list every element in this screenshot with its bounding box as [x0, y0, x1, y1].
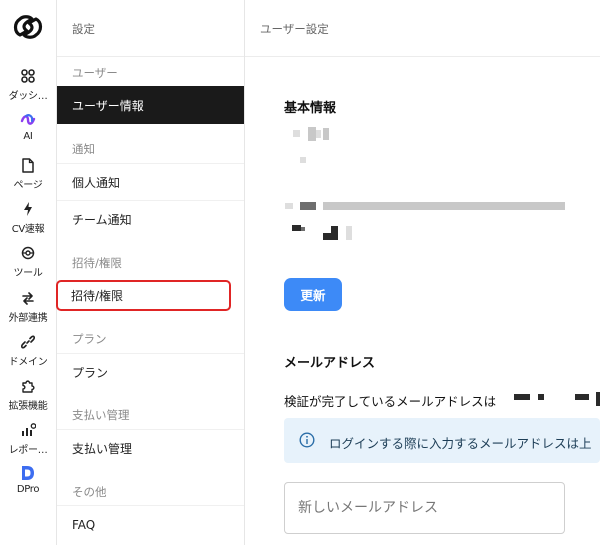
email-heading: メールアドレス	[284, 356, 376, 371]
link-icon	[20, 334, 36, 350]
section-label-notification: 通知	[72, 142, 95, 156]
section-label-plan: プラン	[72, 332, 107, 346]
dashboard-grid-icon	[20, 68, 36, 84]
rail-label: ツール	[13, 268, 43, 279]
puzzle-icon	[20, 378, 36, 394]
sidebar-item-personal-notification[interactable]: 個人通知	[57, 163, 244, 201]
dpro-logo-icon	[20, 465, 36, 481]
rail-label: レポー…	[8, 445, 48, 456]
rail-item-tool[interactable]: ツール	[0, 245, 56, 279]
rail-label: AI	[23, 131, 33, 142]
rail-item-integration[interactable]: 外部連携	[0, 290, 56, 324]
ai-icon	[20, 112, 36, 128]
section-label-invite: 招待/権限	[72, 256, 122, 270]
icon-rail: ダッシ… AI ページ CV速報 ツール 外部連携 ドメイン 拡張機能 レポー……	[0, 0, 57, 545]
sidebar-item-invite-permission[interactable]: 招待/権限	[56, 280, 231, 311]
sidebar-item-plan[interactable]: プラン	[57, 353, 244, 391]
sidebar-title: 設定	[72, 22, 95, 36]
update-button[interactable]: 更新	[284, 278, 342, 311]
bolt-icon	[20, 201, 36, 217]
section-label-payment: 支払い管理	[72, 408, 130, 422]
rail-item-cv[interactable]: CV速報	[0, 201, 56, 235]
basic-info-heading: 基本情報	[284, 101, 337, 116]
app-logo-icon[interactable]	[9, 10, 47, 44]
rail-item-dashboard[interactable]: ダッシ…	[0, 68, 56, 102]
sidebar-item-faq[interactable]: FAQ	[57, 505, 244, 543]
rail-label: 外部連携	[8, 313, 48, 324]
sync-arrows-icon	[20, 290, 36, 306]
main-header: ユーザー設定	[245, 0, 600, 57]
section-label-other: その他	[72, 485, 107, 499]
rail-item-report[interactable]: レポー…	[0, 422, 56, 456]
section-label-user: ユーザー	[72, 66, 118, 80]
report-chart-icon	[20, 422, 36, 438]
sidebar-header: 設定	[57, 0, 244, 57]
page-icon	[20, 157, 36, 173]
tool-icon	[20, 245, 36, 261]
verified-email-text: 検証が完了しているメールアドレスは	[284, 394, 497, 409]
rail-item-ai[interactable]: AI	[0, 112, 56, 142]
rail-label: ドメイン	[8, 357, 48, 368]
rail-label: 拡張機能	[8, 401, 48, 412]
sidebar-item-team-notification[interactable]: チーム通知	[57, 200, 244, 238]
info-banner-text: ログインする際に入力するメールアドレスは上	[329, 436, 592, 451]
breadcrumb: ユーザー設定	[260, 22, 329, 36]
settings-sidebar: 設定 ユーザー ユーザー情報 通知 個人通知 チーム通知 招待/権限 招待/権限…	[56, 0, 245, 545]
rail-item-domain[interactable]: ドメイン	[0, 334, 56, 368]
sidebar-item-payment[interactable]: 支払い管理	[57, 429, 244, 467]
rail-item-extension[interactable]: 拡張機能	[0, 378, 56, 412]
new-email-input[interactable]	[284, 482, 565, 534]
info-icon	[299, 432, 315, 448]
sidebar-item-user-info[interactable]: ユーザー情報	[57, 86, 244, 124]
rail-label: DPro	[16, 484, 40, 495]
rail-label: CV速報	[11, 224, 45, 235]
rail-label: ダッシ…	[8, 91, 48, 102]
info-banner: ログインする際に入力するメールアドレスは上	[284, 418, 600, 463]
rail-item-dpro[interactable]: DPro	[0, 465, 56, 495]
rail-label: ページ	[13, 180, 43, 191]
rail-item-page[interactable]: ページ	[0, 157, 56, 191]
